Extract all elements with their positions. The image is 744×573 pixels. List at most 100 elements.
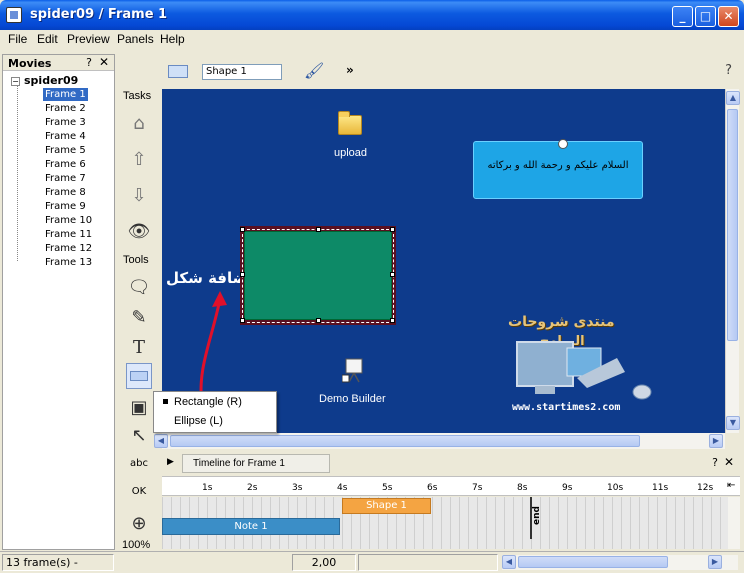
folder-icon[interactable] (338, 111, 362, 135)
tools-label: Tools (123, 254, 149, 266)
text-field-tool[interactable]: abc (126, 450, 152, 476)
fill-brush-icon[interactable]: 🖌 (304, 61, 326, 83)
status-bar: 13 frame(s) - 00:29.00 2,00 ◀ ▶ (0, 551, 744, 573)
ruler-tick-label: 2s (247, 483, 258, 493)
scroll-left-icon[interactable]: ◀ (154, 434, 168, 448)
frame-item[interactable]: Frame 3 (43, 116, 88, 129)
status-scroll-thumb[interactable] (518, 556, 668, 568)
demo-builder-label: Demo Builder (319, 393, 386, 405)
title-bar: spider09 / Frame 1 _ □ ✕ (0, 0, 744, 30)
frame-item[interactable]: Frame 5 (43, 144, 88, 157)
scroll-down-icon[interactable]: ▼ (726, 416, 740, 430)
cursor-icon[interactable]: ↖ (126, 422, 152, 448)
home-icon[interactable]: ⌂ (126, 110, 152, 136)
note-icon[interactable]: 🗨 (126, 274, 152, 300)
text-icon[interactable]: T (126, 334, 152, 360)
close-button[interactable]: ✕ (718, 6, 739, 27)
callout-text: السلام عليكم و رحمة الله و بركاته (487, 160, 629, 171)
tree-root[interactable]: − spider09 (11, 74, 78, 87)
menu-preview[interactable]: Preview (67, 32, 110, 46)
image-icon[interactable]: ▣ (126, 394, 152, 420)
menu-edit[interactable]: Edit (37, 32, 58, 46)
eye-icon[interactable]: 👁 (126, 218, 152, 244)
status-scroll-left-icon[interactable]: ◀ (502, 555, 516, 569)
status-position: 2,00 (292, 554, 356, 571)
toolbar-help-button[interactable]: ? (725, 63, 732, 78)
target-icon[interactable]: ⊕ (126, 510, 152, 536)
tool-column: Tasks ⌂ ⇧ ⇩ 👁 Tools 🗨 ✎ T ▣ ↖ abc OK ⊕ 1… (118, 54, 160, 551)
expand-toolbar-icon[interactable]: » (346, 63, 354, 77)
status-empty (358, 554, 498, 571)
timeline-tracks[interactable]: Shape 1 Note 1 end (162, 497, 728, 549)
resize-handle-nw[interactable] (240, 227, 245, 232)
timeline-ruler[interactable]: 1s 2s 3s 4s 5s 6s 7s 8s 9s 10s 11s 12s ⇤ (162, 476, 740, 496)
status-scroll-right-icon[interactable]: ▶ (708, 555, 722, 569)
menu-panels[interactable]: Panels (117, 32, 154, 46)
frame-item[interactable]: Frame 12 (43, 242, 94, 255)
timeline-help-button[interactable]: ? (712, 456, 718, 469)
movies-close-button[interactable]: ✕ (99, 55, 109, 69)
arrow-down-icon[interactable]: ⇩ (126, 182, 152, 208)
maximize-button[interactable]: □ (695, 6, 716, 27)
frame-item[interactable]: Frame 1 (43, 88, 88, 101)
scroll-up-icon[interactable]: ▲ (726, 91, 740, 105)
menu-help[interactable]: Help (160, 32, 185, 46)
menu-item-ellipse[interactable]: Ellipse (L) (174, 415, 223, 427)
movies-help-button[interactable]: ? (86, 56, 92, 69)
timeline-close-button[interactable]: ✕ (724, 455, 734, 469)
resize-handle-n[interactable] (316, 227, 321, 232)
shape-type-menu: Rectangle (R) Ellipse (L) (153, 391, 277, 433)
status-scrollbar[interactable]: ◀ ▶ (502, 555, 738, 570)
resize-handle-w[interactable] (240, 272, 245, 277)
play-icon[interactable]: ▶ (167, 457, 174, 467)
frame-item[interactable]: Frame 11 (43, 228, 94, 241)
frame-item[interactable]: Frame 2 (43, 102, 88, 115)
arrow-up-icon[interactable]: ⇧ (126, 146, 152, 172)
startimes-logo: منتدى شروحات البرامج www.startimes2.com (502, 314, 662, 414)
ok-button-tool[interactable]: OK (126, 478, 152, 504)
ruler-tick-label: 3s (292, 483, 303, 493)
app-icon[interactable] (6, 7, 22, 23)
menu-item-rectangle[interactable]: Rectangle (R) (174, 396, 242, 408)
callout-box[interactable]: السلام عليكم و رحمة الله و بركاته (473, 141, 643, 199)
shape-track-bar[interactable]: Shape 1 (342, 498, 431, 514)
timeline-tab[interactable]: Timeline for Frame 1 (182, 454, 330, 473)
frame-item[interactable]: Frame 8 (43, 186, 88, 199)
horizontal-scroll-thumb[interactable] (170, 435, 640, 447)
minimize-button[interactable]: _ (672, 6, 693, 27)
ruler-tick-label: 11s (652, 483, 669, 493)
scroll-right-icon[interactable]: ▶ (709, 434, 723, 448)
shape-name-input[interactable]: Shape 1 (202, 64, 282, 80)
resize-handle-e[interactable] (390, 272, 395, 277)
menu-file[interactable]: File (8, 32, 27, 46)
frame-item[interactable]: Frame 4 (43, 130, 88, 143)
status-frames: 13 frame(s) - 00:29.00 (2, 554, 114, 573)
ruler-tick-label: 7s (472, 483, 483, 493)
demo-builder-icon[interactable] (342, 357, 364, 383)
tree-connector (17, 85, 18, 261)
callout-icon[interactable]: ✎ (126, 304, 152, 330)
collapse-icon[interactable]: − (11, 76, 20, 86)
ruler-end-icon: ⇤ (727, 480, 736, 491)
frame-item[interactable]: Frame 13 (43, 256, 94, 269)
frame-item[interactable]: Frame 9 (43, 200, 88, 213)
tasks-label: Tasks (123, 90, 152, 102)
zoom-level[interactable]: 100% (122, 539, 150, 551)
vertical-scroll-thumb[interactable] (727, 109, 738, 341)
shape-type-icon[interactable] (168, 65, 188, 78)
menu-bar: File Edit Preview Panels Help (0, 30, 744, 49)
canvas-horizontal-scrollbar[interactable]: ◀ ▶ (154, 433, 725, 449)
timeline-vertical-scrollbar[interactable] (728, 497, 740, 549)
frame-item[interactable]: Frame 6 (43, 158, 88, 171)
note-track-bar[interactable]: Note 1 (162, 518, 340, 535)
resize-handle-se[interactable] (390, 318, 395, 323)
frame-item[interactable]: Frame 7 (43, 172, 88, 185)
resize-handle-s[interactable] (316, 318, 321, 323)
canvas-vertical-scrollbar[interactable]: ▲ ▼ (725, 89, 740, 433)
end-label: end (532, 506, 542, 525)
ruler-tick-label: 1s (202, 483, 213, 493)
resize-handle-ne[interactable] (390, 227, 395, 232)
slide-canvas[interactable]: upload السلام عليكم و رحمة الله و بركاته… (162, 89, 725, 433)
frame-item[interactable]: Frame 10 (43, 214, 94, 227)
shape-tool-icon[interactable] (126, 363, 152, 389)
